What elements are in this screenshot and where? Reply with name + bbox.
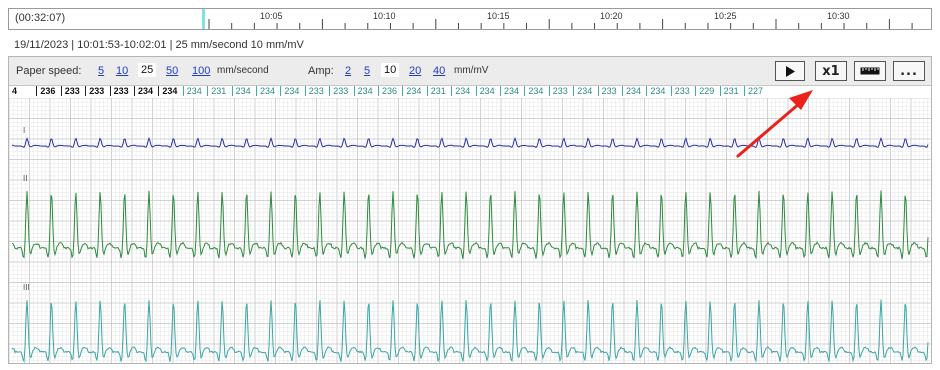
paper-speed-label: Paper speed: — [16, 65, 82, 77]
beat-value: 234 — [650, 86, 666, 96]
beat-value: 234 — [406, 86, 422, 96]
play-button[interactable] — [775, 61, 805, 81]
beat-value: 233 — [113, 86, 129, 96]
beat-separator — [426, 86, 428, 96]
beat-value: 4 — [12, 86, 18, 96]
paper-speed-option[interactable]: 100 — [192, 65, 210, 77]
beat-value: 236 — [40, 86, 56, 96]
ruler-icon — [860, 67, 880, 75]
beat-separator — [670, 86, 672, 96]
beat-separator — [60, 86, 62, 96]
beat-value: 234 — [357, 86, 373, 96]
beat-value: 233 — [552, 86, 568, 96]
beat-value: 234 — [528, 86, 544, 96]
beat-separator — [646, 86, 648, 96]
paper-speed-option[interactable]: 50 — [166, 65, 178, 77]
beat-separator — [36, 86, 38, 96]
beat-separator — [695, 86, 697, 96]
beat-value: 234 — [626, 86, 642, 96]
beat-value: 234 — [235, 86, 251, 96]
beat-value: 234 — [260, 86, 276, 96]
beat-value: 233 — [333, 86, 349, 96]
timeline-label: 10:30 — [827, 11, 850, 21]
amp-option[interactable]: 2 — [345, 65, 351, 77]
beat-separator — [524, 86, 526, 96]
paper-speed-option[interactable]: 10 — [116, 65, 128, 77]
paper-speed-selected[interactable]: 25 — [138, 63, 157, 77]
ecg-waveform-chart[interactable] — [9, 98, 931, 363]
beat-separator — [548, 86, 550, 96]
lead-label-i: I — [23, 126, 26, 135]
timeline-label: 10:05 — [260, 11, 283, 21]
beat-value: 234 — [455, 86, 471, 96]
beat-value: 234 — [186, 86, 202, 96]
amp-unit: mm/mV — [454, 65, 489, 76]
beat-separator — [573, 86, 575, 96]
timeline-label: 10:25 — [714, 11, 737, 21]
beat-separator — [475, 86, 477, 96]
beat-separator — [182, 86, 184, 96]
beat-value: 227 — [748, 86, 764, 96]
beat-value: 233 — [601, 86, 617, 96]
timeline-label: 10:10 — [373, 11, 396, 21]
amp-option[interactable]: 20 — [409, 65, 421, 77]
beat-value: 233 — [89, 86, 105, 96]
timeline-label: 10:15 — [487, 11, 510, 21]
beat-separator — [231, 86, 233, 96]
beat-value: 234 — [284, 86, 300, 96]
beat-separator — [304, 86, 306, 96]
viewer-toolbar: Paper speed: 5 10 25 50 100 mm/second Am… — [9, 57, 931, 86]
amp-label: Amp: — [308, 65, 334, 77]
beat-value: 229 — [699, 86, 715, 96]
beat-separator — [744, 86, 745, 96]
beat-value: 234 — [577, 86, 593, 96]
beat-value: 231 — [211, 86, 227, 96]
beat-value: 233 — [64, 86, 80, 96]
beat-value: 234 — [162, 86, 178, 96]
paper-speed-unit: mm/second — [217, 65, 269, 76]
beat-separator — [451, 86, 453, 96]
ecg-viewer: Paper speed: 5 10 25 50 100 mm/second Am… — [8, 56, 932, 364]
beat-value: 233 — [308, 86, 324, 96]
ruler-button[interactable] — [854, 61, 886, 81]
beat-separator — [109, 86, 111, 96]
lead-label-ii: II — [23, 174, 28, 183]
beat-separator — [402, 86, 404, 96]
more-options-button[interactable]: ... — [893, 61, 925, 81]
beat-value: 234 — [504, 86, 520, 96]
beat-separator — [256, 86, 257, 96]
beat-separator — [500, 86, 501, 96]
beat-separator — [134, 86, 135, 96]
session-info: 19/11/2023 | 10:01:53-10:02:01 | 25 mm/s… — [14, 39, 304, 51]
beat-separator — [329, 86, 331, 96]
beat-separator — [597, 86, 599, 96]
timeline-ticks — [208, 19, 913, 29]
beat-separator — [378, 86, 379, 96]
beat-separator — [622, 86, 623, 96]
lead-label-iii: III — [23, 283, 30, 292]
timeline-label: 10:20 — [600, 11, 623, 21]
beat-value: 234 — [138, 86, 154, 96]
amp-selected[interactable]: 10 — [381, 63, 400, 77]
amp-option[interactable]: 5 — [364, 65, 370, 77]
beat-separator — [353, 86, 355, 96]
beat-separator — [719, 86, 721, 96]
beat-separator — [280, 86, 282, 96]
beat-value: 231 — [430, 86, 446, 96]
beat-separator — [158, 86, 160, 96]
beat-value: 233 — [674, 86, 690, 96]
play-icon — [786, 65, 795, 77]
paper-speed-option[interactable]: 5 — [98, 65, 104, 77]
beat-separator — [85, 86, 87, 96]
timeline-scrubber[interactable]: (00:32:07) 10:05 10:10 10:15 10:20 10:25… — [8, 8, 932, 30]
beat-interval-strip: 4 236 233 233 233 234 234 234 231 234 234 234 233 233… — [9, 86, 931, 98]
beat-value: 236 — [382, 86, 398, 96]
beat-value: 234 — [479, 86, 495, 96]
playback-speed-button[interactable]: x1 — [815, 61, 847, 81]
amp-option[interactable]: 40 — [433, 65, 445, 77]
beat-separator — [207, 86, 209, 96]
beat-value: 231 — [723, 86, 739, 96]
